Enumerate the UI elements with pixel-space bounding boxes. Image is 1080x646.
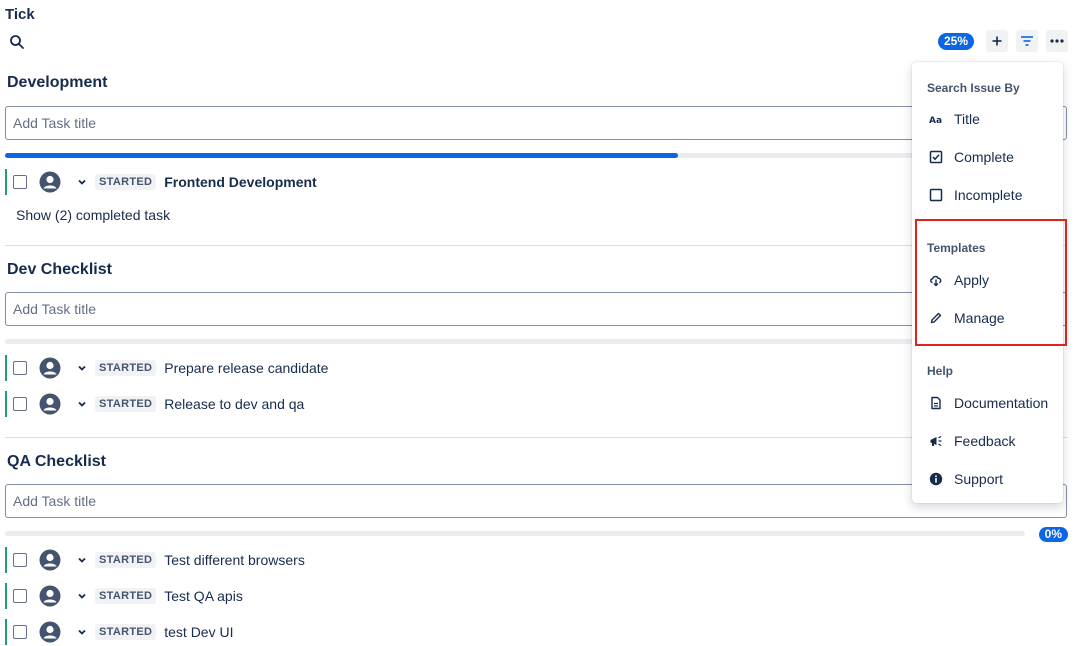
status-badge[interactable]: STARTED <box>95 360 157 376</box>
chevron-down-icon[interactable] <box>77 399 87 409</box>
menu-item-label: Feedback <box>954 433 1016 449</box>
task-status-bar <box>5 619 7 645</box>
task-status-bar <box>5 391 7 417</box>
menu-item-label: Title <box>954 111 980 127</box>
chevron-down-icon[interactable] <box>77 555 87 565</box>
task-checkbox[interactable] <box>13 175 27 189</box>
status-badge[interactable]: STARTED <box>95 588 157 604</box>
menu-item-label: Incomplete <box>954 187 1023 203</box>
app-title: Tick <box>5 6 35 23</box>
task-title[interactable]: test Dev UI <box>164 624 233 640</box>
task-status-bar <box>5 169 7 195</box>
status-badge[interactable]: STARTED <box>95 174 157 190</box>
task-row[interactable]: STARTED Prepare release candidate <box>5 355 905 381</box>
chevron-down-icon[interactable] <box>77 591 87 601</box>
menu-item-documentation[interactable]: Documentation <box>912 387 1063 419</box>
document-icon <box>931 396 941 410</box>
task-status-bar <box>5 583 7 609</box>
section-divider <box>5 437 1067 438</box>
checkbox-empty-icon <box>929 188 943 202</box>
menu-item-label: Documentation <box>954 395 1049 411</box>
text-case-icon: Aa <box>929 116 942 126</box>
menu-item-label: Support <box>954 471 1004 487</box>
add-task-input[interactable] <box>5 106 1067 140</box>
add-task-input[interactable] <box>5 484 1067 518</box>
menu-item-feedback[interactable]: Feedback <box>912 425 1063 457</box>
section-title-qa-checklist: QA Checklist <box>7 453 106 470</box>
task-checkbox[interactable] <box>13 397 27 411</box>
filter-button[interactable] <box>1016 30 1038 52</box>
svg-text:Aa: Aa <box>929 116 942 126</box>
section-progress-track <box>5 531 1025 536</box>
menu-heading-search: Search Issue By <box>927 81 1020 95</box>
section-divider <box>5 245 1067 246</box>
avatar-icon[interactable] <box>39 357 61 379</box>
avatar-icon[interactable] <box>39 621 61 643</box>
section-progress-fill <box>5 153 679 158</box>
status-badge[interactable]: STARTED <box>95 552 157 568</box>
task-checkbox[interactable] <box>13 625 27 639</box>
chevron-down-icon[interactable] <box>77 627 87 637</box>
section-progress-badge: 0% <box>1038 527 1068 542</box>
add-task-input[interactable] <box>5 292 1067 326</box>
task-row[interactable]: STARTED Release to dev and qa <box>5 391 905 417</box>
show-completed-link[interactable]: Show (2) completed task <box>16 207 170 223</box>
status-badge[interactable]: STARTED <box>95 396 157 412</box>
avatar-icon[interactable] <box>39 585 61 607</box>
task-status-bar <box>5 547 7 573</box>
task-status-bar <box>5 355 7 381</box>
templates-highlight-box <box>915 219 1067 346</box>
info-icon <box>929 472 943 486</box>
menu-item-incomplete[interactable]: Incomplete <box>912 179 1063 211</box>
task-row[interactable]: STARTED Frontend Development <box>5 169 905 195</box>
menu-heading-help: Help <box>927 364 954 378</box>
task-row[interactable]: STARTED Test QA apis <box>5 583 905 609</box>
task-title[interactable]: Frontend Development <box>164 174 316 190</box>
megaphone-icon <box>930 435 942 447</box>
task-title[interactable]: Release to dev and qa <box>164 396 304 412</box>
section-progress-track <box>5 153 1025 158</box>
task-checkbox[interactable] <box>13 361 27 375</box>
task-row[interactable]: STARTED test Dev UI <box>5 619 905 645</box>
search-icon[interactable] <box>9 34 25 50</box>
menu-item-complete[interactable]: Complete <box>912 141 1063 173</box>
chevron-down-icon[interactable] <box>77 363 87 373</box>
checkbox-checked-icon <box>929 150 943 164</box>
task-checkbox[interactable] <box>13 553 27 567</box>
task-checkbox[interactable] <box>13 589 27 603</box>
overall-progress-badge: 25% <box>937 32 974 50</box>
plus-icon <box>992 36 1002 46</box>
menu-item-title[interactable]: Aa Title <box>912 103 1063 135</box>
status-badge[interactable]: STARTED <box>95 624 157 640</box>
task-title[interactable]: Test QA apis <box>164 588 243 604</box>
section-title-development: Development <box>7 74 108 91</box>
menu-item-label: Complete <box>954 149 1014 165</box>
menu-item-support[interactable]: Support <box>912 463 1063 495</box>
add-button[interactable] <box>986 30 1008 52</box>
task-title[interactable]: Test different browsers <box>164 552 305 568</box>
section-title-dev-checklist: Dev Checklist <box>7 261 112 278</box>
more-icon <box>1050 39 1064 43</box>
avatar-icon[interactable] <box>39 393 61 415</box>
chevron-down-icon[interactable] <box>77 177 87 187</box>
task-title[interactable]: Prepare release candidate <box>164 360 328 376</box>
toolbar: 25% <box>937 30 1068 52</box>
avatar-icon[interactable] <box>39 549 61 571</box>
task-row[interactable]: STARTED Test different browsers <box>5 547 905 573</box>
filter-icon <box>1021 36 1033 46</box>
more-button[interactable] <box>1046 30 1068 52</box>
section-progress-track <box>5 339 1025 344</box>
avatar-icon[interactable] <box>39 171 61 193</box>
